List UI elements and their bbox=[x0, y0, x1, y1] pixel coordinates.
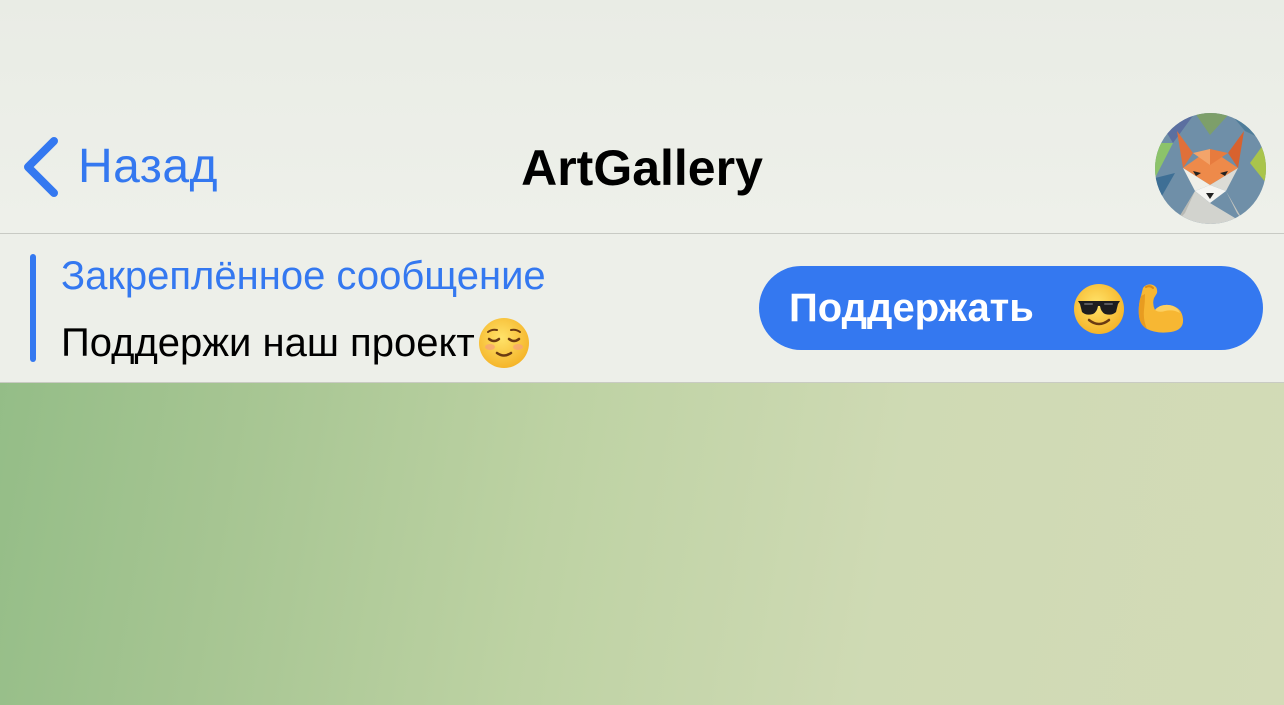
chat-title[interactable]: ArtGallery bbox=[0, 143, 1284, 193]
pinned-message-bar[interactable]: Закреплённое сообщение Поддержи наш прое… bbox=[0, 234, 1284, 383]
channel-avatar[interactable] bbox=[1155, 113, 1266, 224]
sunglasses-face-emoji bbox=[1072, 282, 1126, 341]
pinned-accent-line bbox=[30, 254, 36, 362]
chat-screen: Назад ArtGallery Закреплённое сообщение … bbox=[0, 0, 1284, 705]
fox-avatar-icon bbox=[1155, 113, 1266, 224]
flexed-biceps-emoji bbox=[1133, 280, 1189, 341]
pinned-text: Поддержи наш проект bbox=[61, 316, 531, 370]
support-button-label: Поддержать bbox=[789, 286, 1034, 330]
relieved-face-emoji bbox=[477, 316, 531, 370]
navigation-bar: Назад ArtGallery bbox=[0, 0, 1284, 233]
support-button[interactable]: Поддержать bbox=[759, 266, 1263, 350]
pinned-text-label: Поддержи наш проект bbox=[61, 321, 475, 365]
chat-background bbox=[0, 383, 1284, 705]
pinned-title: Закреплённое сообщение bbox=[61, 254, 546, 298]
